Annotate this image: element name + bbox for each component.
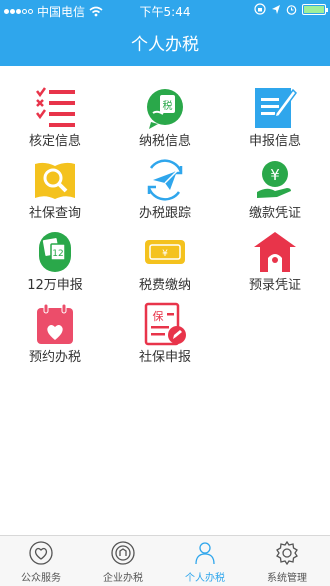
checklist-icon bbox=[36, 87, 75, 127]
book-search-icon bbox=[35, 162, 75, 199]
yuan-hand-icon: ¥ bbox=[257, 161, 291, 198]
grid-item-declaration-info[interactable]: 申报信息 bbox=[220, 66, 330, 149]
building-icon bbox=[111, 541, 135, 565]
battery-icon bbox=[302, 3, 328, 15]
tab-public-service[interactable]: 公众服务 bbox=[0, 536, 82, 586]
tab-label: 公众服务 bbox=[21, 573, 61, 584]
tab-personal-tax[interactable]: 个人办税 bbox=[164, 536, 246, 586]
svg-text:¥: ¥ bbox=[270, 166, 280, 184]
grid-item-payment-voucher[interactable]: ¥ 缴款凭证 bbox=[220, 138, 330, 221]
tab-enterprise-tax[interactable]: 企业办税 bbox=[82, 536, 164, 586]
grid-item-label: 预录凭证 bbox=[248, 278, 301, 293]
grid-item-social-security-query[interactable]: 社保查询 bbox=[0, 138, 110, 221]
edit-document-icon bbox=[255, 88, 297, 128]
person-icon bbox=[195, 542, 215, 565]
location-icon bbox=[272, 4, 280, 14]
svg-text:¥: ¥ bbox=[162, 249, 168, 259]
svg-text:税: 税 bbox=[163, 99, 173, 112]
tab-label: 系统管理 bbox=[267, 573, 307, 584]
house-icon bbox=[254, 232, 296, 272]
grid-item-appointment[interactable]: 预约办税 bbox=[0, 282, 110, 365]
heart-icon bbox=[29, 541, 53, 565]
header: 中国电信 下午5:44 个人办税 bbox=[0, 0, 330, 66]
grid-item-prerecord-voucher[interactable]: 预录凭证 bbox=[220, 210, 330, 293]
tab-system-management[interactable]: 系统管理 bbox=[246, 536, 328, 586]
grid-item-assessment-info[interactable]: 核定信息 bbox=[0, 66, 110, 149]
page-title: 个人办税 bbox=[131, 35, 199, 55]
grid-item-tax-info[interactable]: 税 纳税信息 bbox=[110, 66, 220, 149]
lock-rotation-icon bbox=[254, 3, 266, 15]
svg-text:保: 保 bbox=[153, 309, 164, 323]
grid-item-social-security-declaration[interactable]: 保 社保申报 bbox=[110, 282, 220, 365]
money-12-icon: 12 bbox=[39, 232, 71, 272]
gear-icon bbox=[276, 541, 298, 565]
grid-item-label: 社保申报 bbox=[138, 350, 191, 365]
svg-text:12: 12 bbox=[52, 249, 63, 259]
grid-item-label: 预约办税 bbox=[28, 350, 81, 365]
status-right bbox=[254, 3, 328, 15]
tab-label: 企业办税 bbox=[103, 573, 143, 584]
social-insurance-icon: 保 bbox=[144, 302, 186, 346]
paper-plane-icon bbox=[147, 159, 183, 201]
bottom-tab-bar: 公众服务 企业办税 个人办税 系统管理 bbox=[0, 535, 330, 586]
grid-item-tax-payment[interactable]: ¥ 税费缴纳 bbox=[110, 210, 220, 293]
status-bar: 中国电信 下午5:44 bbox=[0, 0, 330, 20]
tax-chat-icon: 税 bbox=[147, 89, 183, 129]
banknote-icon: ¥ bbox=[145, 240, 185, 264]
tab-label: 个人办税 bbox=[185, 573, 225, 584]
calendar-heart-icon bbox=[37, 303, 73, 344]
alarm-icon bbox=[286, 4, 297, 15]
grid-item-120k-declaration[interactable]: 12 12万申报 bbox=[0, 210, 110, 293]
grid-item-tax-tracking[interactable]: 办税跟踪 bbox=[110, 138, 220, 221]
